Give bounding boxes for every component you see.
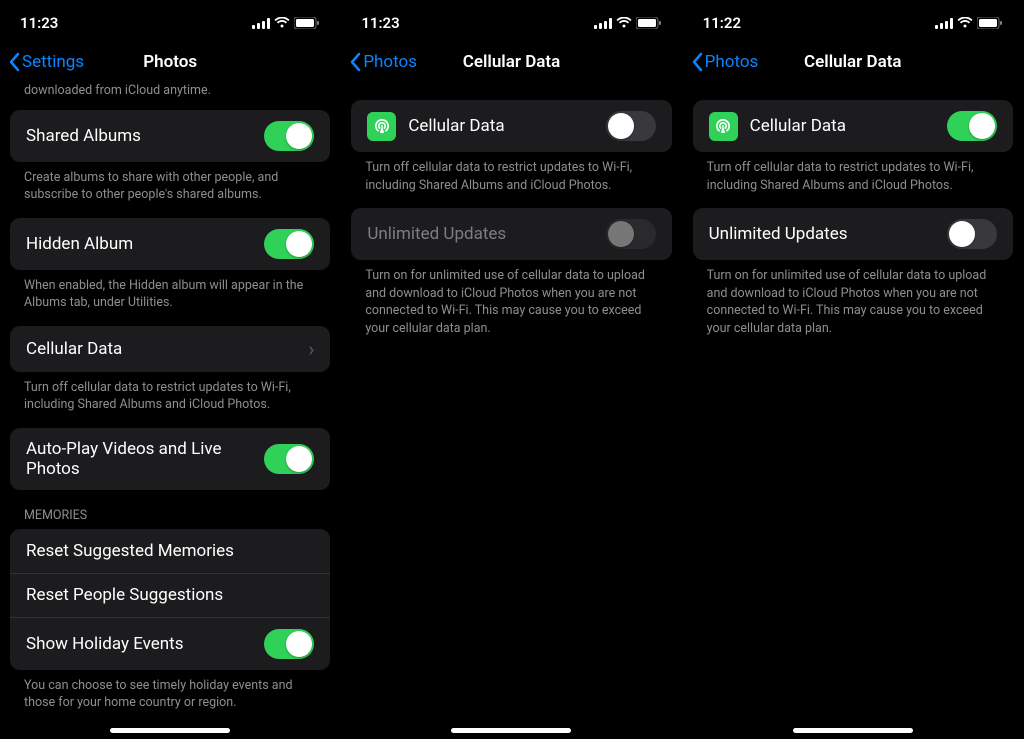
status-bar: 11:23 [0,0,340,42]
signal-icon [935,18,953,29]
autoplay-toggle[interactable] [264,444,314,474]
chevron-left-icon [691,52,703,72]
autoplay-row[interactable]: Auto-Play Videos and Live Photos [10,428,330,490]
status-icons [935,17,1003,29]
cellular-data-label: Cellular Data [26,339,122,359]
reset-suggested-label: Reset Suggested Memories [26,541,234,561]
page-title: Photos [143,52,197,72]
autoplay-label: Auto-Play Videos and Live Photos [26,439,264,479]
icloud-footer-partial: downloaded from iCloud anytime. [0,82,340,110]
home-indicator[interactable] [451,728,571,733]
cellular-data-toggle[interactable] [606,111,656,141]
hidden-album-label: Hidden Album [26,234,133,254]
cellular-data-row[interactable]: Cellular Data [351,100,671,152]
cellular-data-footer: Turn off cellular data to restrict updat… [0,372,340,428]
hidden-album-toggle[interactable] [264,229,314,259]
unlimited-updates-toggle [606,219,656,249]
unlimited-updates-footer: Turn on for unlimited use of cellular da… [683,260,1023,351]
cellular-data-footer: Turn off cellular data to restrict updat… [683,152,1023,208]
cellular-data-footer: Turn off cellular data to restrict updat… [341,152,681,208]
nav-bar: Photos Cellular Data [341,42,681,82]
antenna-icon [709,112,738,141]
back-label: Settings [22,52,84,72]
show-holiday-row[interactable]: Show Holiday Events [10,617,330,670]
unlimited-updates-toggle[interactable] [947,219,997,249]
chevron-left-icon [8,52,20,72]
cellular-data-label: Cellular Data [408,116,504,136]
phone-cellular-on: 11:22 Photos Cellular Data Cellular Data… [683,0,1024,739]
status-time: 11:22 [703,14,741,32]
cellular-data-row[interactable]: Cellular Data [693,100,1013,152]
shared-albums-toggle[interactable] [264,121,314,151]
antenna-icon [367,112,396,141]
reset-suggested-memories-row[interactable]: Reset Suggested Memories [10,529,330,573]
page-title: Cellular Data [463,52,561,72]
phone-cellular-off: 11:23 Photos Cellular Data Cellular Data… [341,0,682,739]
wifi-icon [957,17,973,29]
back-label: Photos [363,52,417,72]
status-time: 11:23 [361,14,399,32]
nav-bar: Settings Photos [0,42,340,82]
show-holiday-label: Show Holiday Events [26,634,184,654]
wifi-icon [616,17,632,29]
unlimited-updates-row: Unlimited Updates [351,208,671,260]
battery-icon [294,17,320,29]
status-bar: 11:22 [683,0,1023,42]
status-icons [594,17,662,29]
cellular-data-toggle[interactable] [947,111,997,141]
page-title: Cellular Data [804,52,902,72]
shared-albums-label: Shared Albums [26,126,141,146]
back-button[interactable]: Photos [349,52,417,72]
wifi-icon [274,17,290,29]
battery-icon [636,17,662,29]
unlimited-updates-label: Unlimited Updates [367,224,506,244]
home-indicator[interactable] [793,728,913,733]
hidden-album-row[interactable]: Hidden Album [10,218,330,270]
memories-header: MEMORIES [0,490,340,529]
status-time: 11:23 [20,14,58,32]
chevron-left-icon [349,52,361,72]
cellular-data-label: Cellular Data [750,116,846,136]
nav-bar: Photos Cellular Data [683,42,1023,82]
signal-icon [594,18,612,29]
back-button[interactable]: Photos [691,52,759,72]
shared-albums-row[interactable]: Shared Albums [10,110,330,162]
unlimited-updates-label: Unlimited Updates [709,224,848,244]
chevron-right-icon: › [308,337,314,361]
show-holiday-toggle[interactable] [264,629,314,659]
reset-people-suggestions-row[interactable]: Reset People Suggestions [10,573,330,617]
phone-photos-settings: 11:23 Settings Photos downloaded from iC… [0,0,341,739]
hidden-album-footer: When enabled, the Hidden album will appe… [0,270,340,326]
status-icons [252,17,320,29]
battery-icon [977,17,1003,29]
show-holiday-footer: You can choose to see timely holiday eve… [0,670,340,726]
home-indicator[interactable] [110,728,230,733]
status-bar: 11:23 [341,0,681,42]
unlimited-updates-row[interactable]: Unlimited Updates [693,208,1013,260]
back-button[interactable]: Settings [8,52,84,72]
signal-icon [252,18,270,29]
back-label: Photos [705,52,759,72]
unlimited-updates-footer: Turn on for unlimited use of cellular da… [341,260,681,351]
shared-albums-footer: Create albums to share with other people… [0,162,340,218]
memories-group: Reset Suggested Memories Reset People Su… [10,529,330,670]
reset-people-label: Reset People Suggestions [26,585,223,605]
cellular-data-row[interactable]: Cellular Data › [10,326,330,372]
